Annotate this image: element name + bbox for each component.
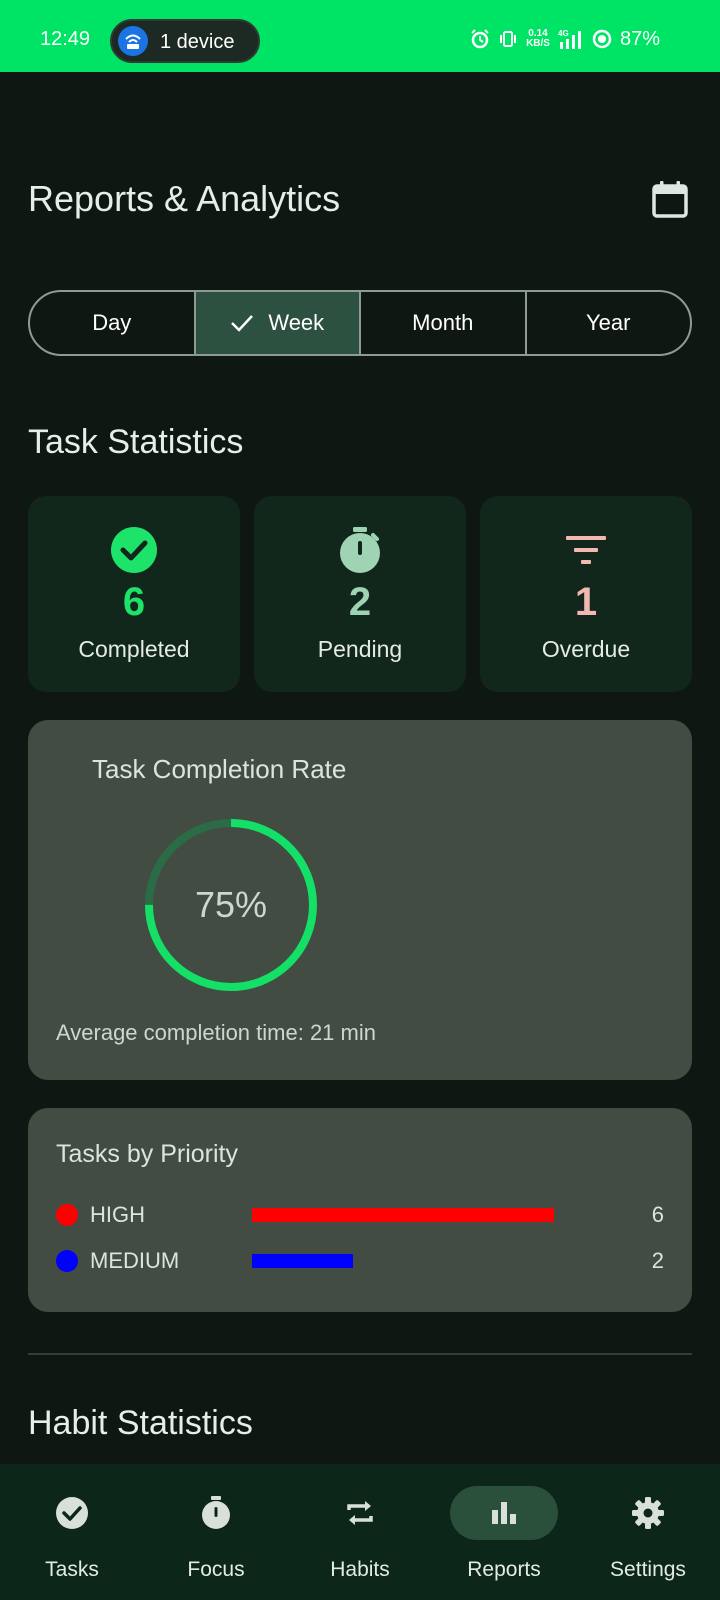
stat-label: Overdue [541,636,631,662]
tab-year[interactable]: Year [527,292,691,354]
nav-icon-container [594,1486,702,1540]
status-bar: 12:49 1 device 0.14 KB/S 4G 87% [0,0,720,72]
nav-focus[interactable]: Focus [144,1464,288,1600]
nav-tasks[interactable]: Tasks [0,1464,144,1600]
nav-settings[interactable]: Settings [576,1464,720,1600]
calendar-button[interactable] [650,180,690,220]
priority-row-medium: MEDIUM 2 [56,1246,664,1276]
period-selector: Day Week Month Year [28,290,692,356]
status-icons: 0.14 KB/S 4G 87% [470,26,660,52]
stat-card-pending[interactable]: 2 Pending [254,496,466,692]
habit-statistics-title: Habit Statistics [28,1404,253,1442]
hotspot-pill[interactable]: 1 device [110,19,260,63]
priority-title: Tasks by Priority [56,1140,238,1168]
battery-level: 87% [619,27,660,50]
timer-icon [202,1496,230,1529]
calendar-icon [652,181,688,218]
tab-label: Day [92,310,132,335]
completion-rate-card: Task Completion Rate 75% Average complet… [28,720,692,1080]
priority-count: 2 [651,1248,664,1273]
priority-count: 6 [651,1202,664,1227]
battery-saver-icon [592,29,612,49]
check-circle-icon [56,1497,88,1529]
priority-card: Tasks by Priority HIGH 6 MEDIUM 2 [28,1108,692,1312]
status-time: 12:49 [40,28,91,50]
priority-row-high: HIGH 6 [56,1200,664,1230]
alarm-icon [471,29,489,49]
nav-icon-container [162,1486,270,1540]
tab-week[interactable]: Week [195,292,361,354]
tab-month[interactable]: Month [361,292,527,354]
nav-label: Tasks [45,1558,99,1581]
hotspot-label: 1 device [160,31,235,53]
stat-label: Pending [317,636,403,662]
hotspot-icon [118,26,148,56]
check-circle-icon [111,527,157,573]
bottom-navigation: Tasks Focus Habits Reports Settings [0,1464,720,1600]
stat-card-overdue[interactable]: 1 Overdue [480,496,692,692]
section-divider [28,1353,692,1355]
nav-label: Reports [467,1558,541,1581]
repeat-icon [347,1501,373,1525]
stat-value: 1 [574,580,598,624]
nav-icon-container [18,1486,126,1540]
gear-icon [632,1497,664,1529]
bar-chart-icon [492,1502,516,1524]
signal-icon: 4G [558,29,581,49]
tab-label: Year [586,310,631,335]
task-statistics-title: Task Statistics [28,423,244,461]
priority-name: MEDIUM [90,1248,180,1273]
stat-label: Completed [78,636,190,662]
check-icon [231,315,254,332]
nav-reports[interactable]: Reports [432,1464,576,1600]
stat-value: 6 [122,580,146,624]
stat-card-completed[interactable]: 6 Completed [28,496,240,692]
nav-icon-container [450,1486,558,1540]
nav-habits[interactable]: Habits [288,1464,432,1600]
filter-icon [566,536,606,564]
timer-icon [340,527,380,573]
nav-label: Settings [610,1558,686,1581]
nav-icon-container [306,1486,414,1540]
priority-bar [252,1254,353,1268]
vibrate-icon [500,31,517,47]
tab-label: Week [268,310,325,335]
priority-dot [56,1250,78,1272]
tab-label: Month [412,310,474,335]
completion-percent: 75% [194,884,268,925]
nav-label: Focus [187,1558,245,1581]
stat-value: 2 [348,580,372,624]
nav-label: Habits [330,1558,390,1581]
page-title: Reports & Analytics [28,178,341,219]
tab-day[interactable]: Day [30,292,196,354]
completion-rate-title: Task Completion Rate [92,754,347,784]
priority-dot [56,1204,78,1226]
speed-unit: KB/S [526,38,550,49]
priority-name: HIGH [90,1202,145,1227]
average-completion-time: Average completion time: 21 min [56,1020,376,1045]
network-speed: 0.14 KB/S [526,29,550,49]
network-type: 4G [558,29,569,38]
priority-bar [252,1208,554,1222]
